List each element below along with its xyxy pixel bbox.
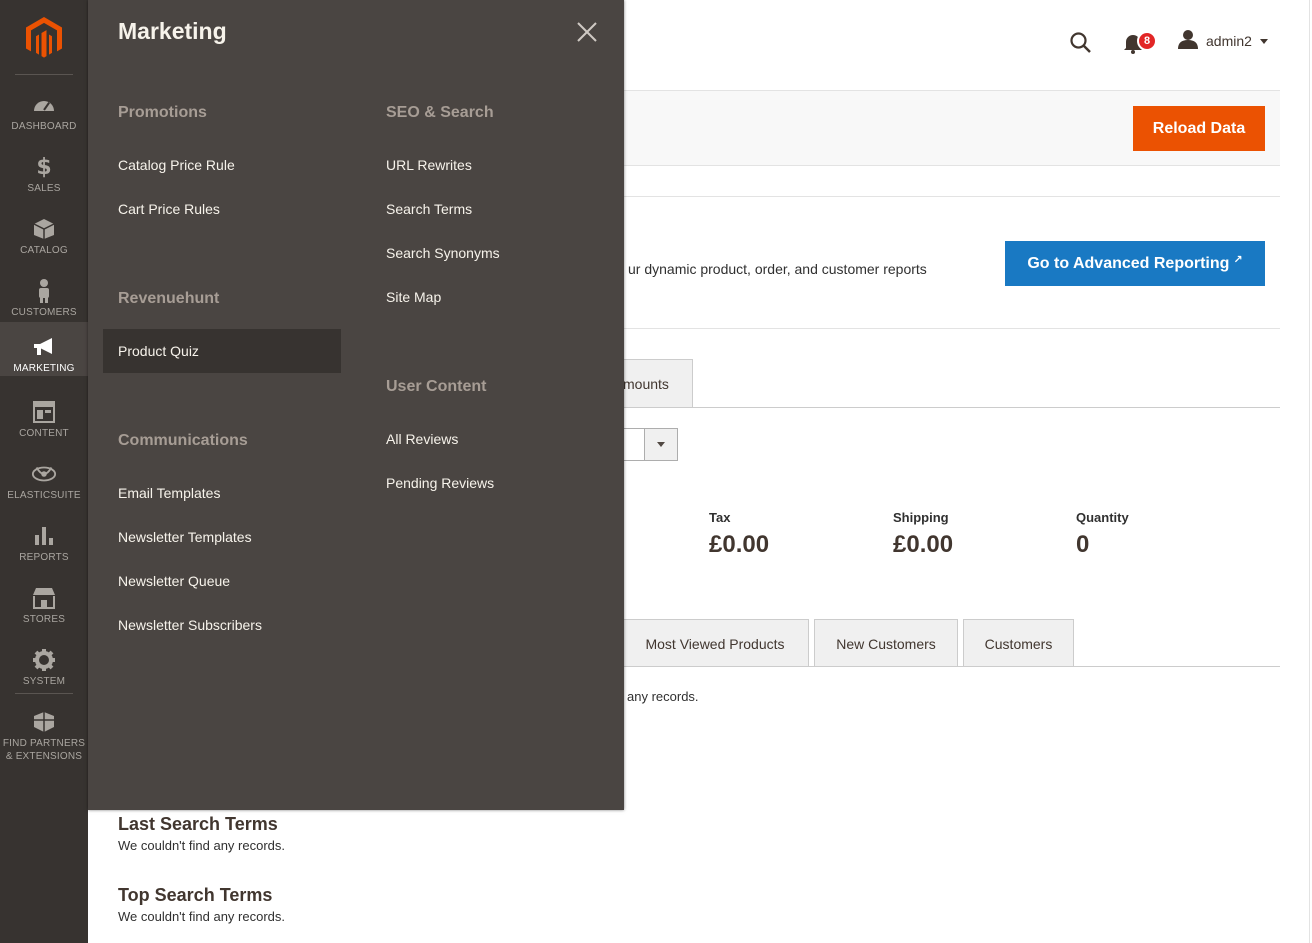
stat-shipping: Shipping £0.00: [893, 510, 953, 559]
last-search-terms-empty: We couldn't find any records.: [118, 838, 285, 853]
top-search-terms-empty: We couldn't find any records.: [118, 909, 285, 924]
nav-label: CUSTOMERS: [11, 307, 77, 318]
nav-find-partners[interactable]: FIND PARTNERS & EXTENSIONS: [0, 703, 88, 767]
nav-marketing[interactable]: MARKETING: [0, 322, 88, 376]
logo-divider: [15, 74, 73, 75]
megaphone-icon: [31, 334, 57, 360]
stat-label: Tax: [709, 510, 731, 525]
chevron-down-icon: [1259, 38, 1268, 44]
flyout-title: Marketing: [118, 18, 227, 44]
divider: [620, 196, 1280, 197]
top-search-terms-title: Top Search Terms: [118, 885, 273, 905]
close-icon[interactable]: [575, 20, 599, 44]
person-icon: [31, 278, 57, 304]
nav-label: REPORTS: [19, 552, 69, 563]
tab-most-viewed-products[interactable]: Most Viewed Products: [621, 619, 809, 667]
nav-label: SYSTEM: [22, 676, 66, 687]
box-icon: [31, 216, 57, 242]
menu-item-newsletter-subscribers[interactable]: Newsletter Subscribers: [118, 617, 262, 633]
dollar-icon: $: [36, 154, 52, 180]
external-link-icon: ↗: [1233, 254, 1243, 266]
admin-sidebar: DASHBOARD $ SALES CATALOG CUSTOMERS MARK…: [0, 0, 88, 943]
magento-logo[interactable]: [0, 0, 88, 75]
menu-item-all-reviews[interactable]: All Reviews: [386, 431, 458, 447]
stat-label: Shipping: [893, 510, 949, 525]
stat-label: Quantity: [1076, 510, 1129, 525]
nav-label: CONTENT: [19, 428, 69, 439]
extensions-icon: [31, 709, 57, 735]
nav-label: FIND PARTNERS & EXTENSIONS: [2, 738, 86, 762]
last-search-terms-title: Last Search Terms: [118, 814, 278, 834]
go-to-advanced-reporting-button[interactable]: Go to Advanced Reporting ↗: [1005, 241, 1265, 286]
admin-username: admin2: [1206, 33, 1252, 49]
menu-item-email-templates[interactable]: Email Templates: [118, 485, 220, 501]
menu-item-url-rewrites[interactable]: URL Rewrites: [386, 157, 472, 173]
nav-dashboard[interactable]: DASHBOARD: [0, 86, 88, 148]
menu-item-newsletter-templates[interactable]: Newsletter Templates: [118, 529, 252, 545]
group-seo-search-title: SEO & Search: [386, 104, 494, 121]
no-records-message: any records.: [627, 689, 699, 704]
menu-item-newsletter-queue[interactable]: Newsletter Queue: [118, 573, 230, 589]
user-avatar-icon: [1178, 29, 1198, 54]
chevron-down-icon: [657, 442, 665, 447]
stat-value: £0.00: [709, 531, 770, 558]
group-revenuehunt-title: Revenuehunt: [118, 290, 220, 307]
gear-icon: [31, 647, 57, 673]
search-icon[interactable]: [1069, 31, 1093, 55]
nav-reports[interactable]: REPORTS: [0, 517, 88, 579]
nav-elasticsuite[interactable]: ELASTICSUITE: [0, 455, 88, 517]
tab-amounts[interactable]: mounts: [618, 359, 693, 407]
nav-content[interactable]: CONTENT: [0, 393, 88, 455]
nav-sales[interactable]: $ SALES: [0, 148, 88, 210]
nav-stores[interactable]: STORES: [0, 579, 88, 641]
nav-label: DASHBOARD: [11, 121, 77, 132]
advanced-reporting-label: Go to Advanced Reporting: [1027, 254, 1230, 272]
menu-item-site-map[interactable]: Site Map: [386, 289, 441, 305]
notification-count-badge[interactable]: 8: [1137, 31, 1157, 51]
group-user-content-title: User Content: [386, 378, 487, 395]
nav-label: STORES: [22, 614, 66, 625]
store-icon: [31, 585, 57, 611]
scroll-edge: [1309, 0, 1310, 943]
divider: [620, 328, 1280, 329]
menu-item-cart-price-rules[interactable]: Cart Price Rules: [118, 201, 220, 217]
marketing-flyout-menu: Marketing Promotions Catalog Price Rule …: [88, 0, 624, 810]
dashboard-icon: [31, 92, 57, 118]
tabs-baseline: [620, 407, 1280, 408]
advanced-reporting-text: ur dynamic product, order, and customer …: [628, 261, 927, 277]
stat-value: 0: [1076, 531, 1090, 558]
bar-chart-icon: [31, 523, 57, 549]
menu-item-catalog-price-rule[interactable]: Catalog Price Rule: [118, 157, 235, 173]
group-communications-title: Communications: [118, 432, 248, 449]
nav-divider: [15, 693, 73, 694]
stat-tax: Tax £0.00: [709, 510, 769, 559]
group-promotions-title: Promotions: [118, 104, 207, 121]
tab-new-customers[interactable]: New Customers: [814, 619, 958, 667]
tab-customers[interactable]: Customers: [963, 619, 1074, 667]
reload-data-button[interactable]: Reload Data: [1133, 106, 1265, 151]
menu-item-product-quiz[interactable]: Product Quiz: [103, 329, 341, 373]
menu-item-pending-reviews[interactable]: Pending Reviews: [386, 475, 494, 491]
nav-catalog[interactable]: CATALOG: [0, 210, 88, 272]
select-arrow: [644, 429, 677, 460]
nav-label: ELASTICSUITE: [7, 490, 81, 501]
tabs-baseline: [620, 666, 1280, 667]
nav-label: CATALOG: [20, 245, 68, 256]
nav-label: MARKETING: [13, 363, 75, 374]
stat-value: £0.00: [893, 531, 954, 558]
menu-item-search-synonyms[interactable]: Search Synonyms: [386, 245, 500, 261]
magento-logo-icon: [26, 16, 62, 58]
menu-item-search-terms[interactable]: Search Terms: [386, 201, 472, 217]
nav-label: SALES: [27, 183, 61, 194]
admin-user-menu[interactable]: admin2: [1178, 29, 1268, 54]
layout-icon: [31, 399, 57, 425]
period-select[interactable]: [620, 428, 678, 461]
elasticsuite-icon: [31, 461, 57, 487]
stat-quantity: Quantity 0: [1076, 510, 1129, 559]
